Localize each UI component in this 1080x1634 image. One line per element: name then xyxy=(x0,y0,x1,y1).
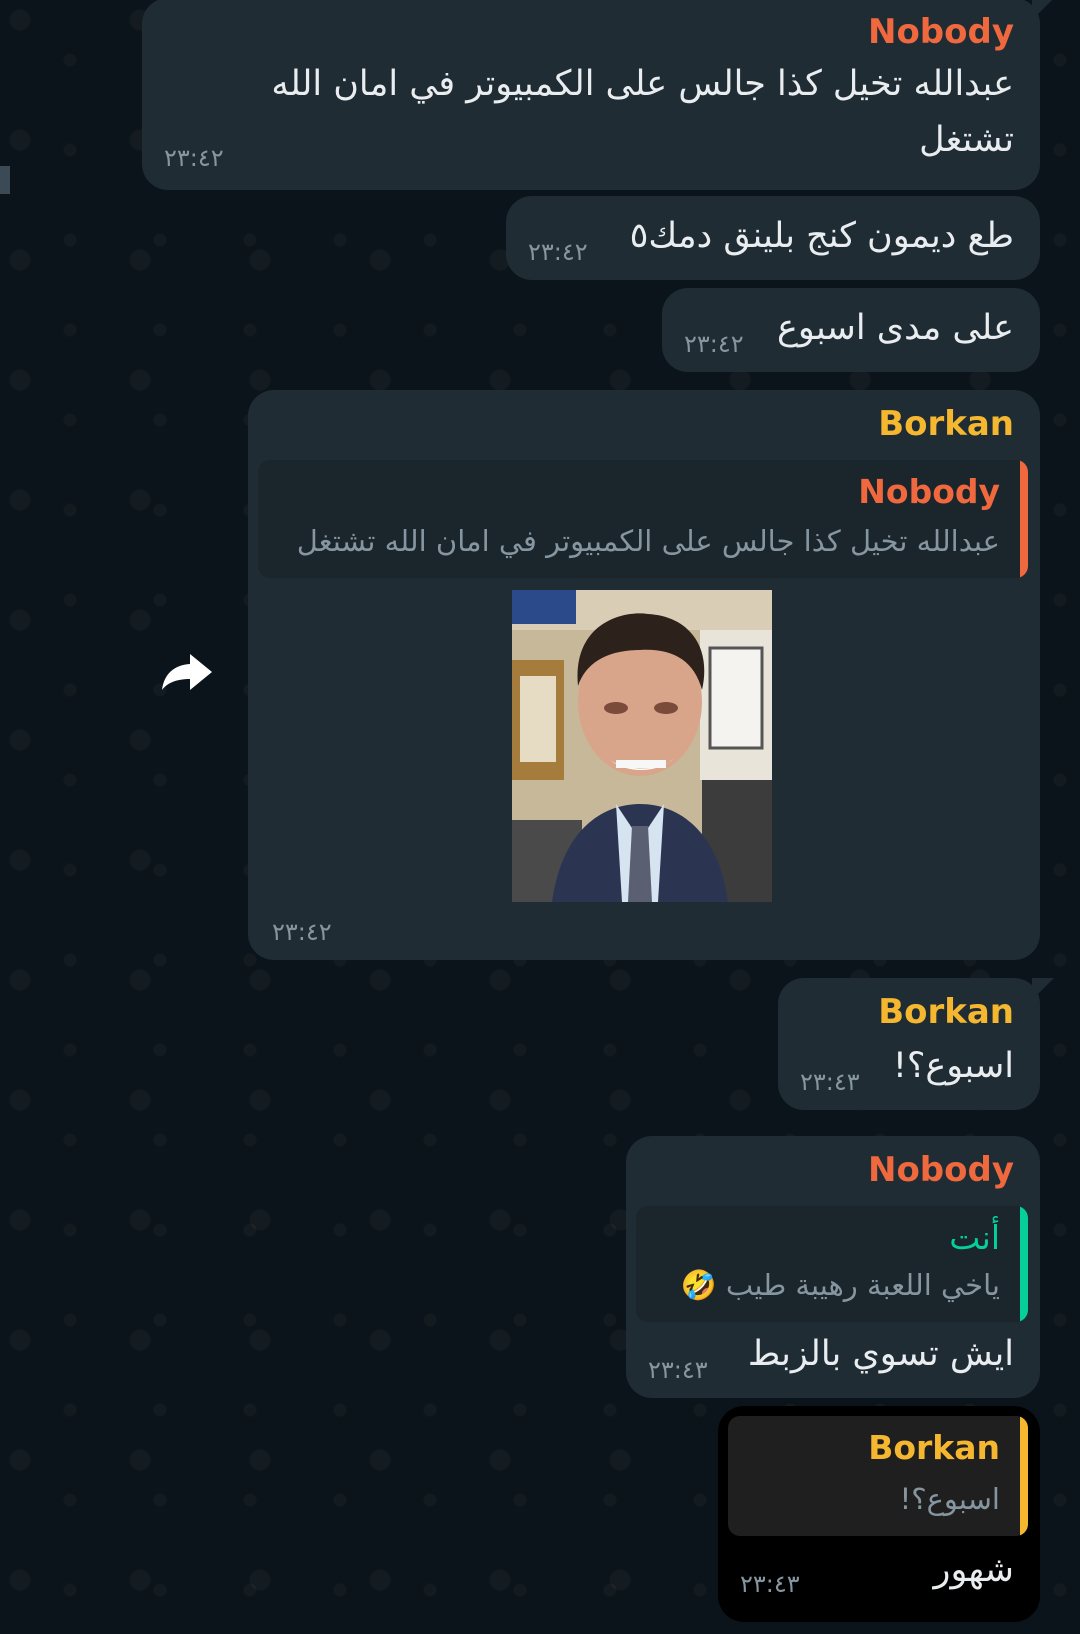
message-text: طع ديمون كنج بلينق دمك٥ xyxy=(629,216,1014,256)
message-time: ٢٣:٤٢ xyxy=(684,330,744,358)
message-time: ٢٣:٤٢ xyxy=(528,238,588,266)
rolling-laughing-emoji: 🤣 xyxy=(680,1268,717,1302)
reply-sender: Nobody xyxy=(858,472,1000,511)
message-text: على مدى اسبوع xyxy=(777,308,1014,348)
message-bubble-6[interactable]: Nobody أنت ياخي اللعبة رهيبة طيب 🤣 ايش ت… xyxy=(626,1136,1040,1398)
message-time: ٢٣:٤٣ xyxy=(740,1570,800,1598)
reply-sender: أنت xyxy=(949,1218,1000,1257)
message-photo[interactable] xyxy=(512,590,772,902)
message-bubble-7[interactable]: Borkan اسبوع؟! شهور ٢٣:٤٣ xyxy=(718,1406,1040,1622)
message-text: اسبوع؟! xyxy=(892,1046,1014,1086)
reply-text: ياخي اللعبة رهيبة طيب 🤣 xyxy=(680,1268,1000,1302)
message-bubble-2[interactable]: طع ديمون كنج بلينق دمك٥ ٢٣:٤٢ xyxy=(506,196,1040,280)
sender-name[interactable]: Nobody xyxy=(868,1150,1014,1190)
message-bubble-5[interactable]: Borkan اسبوع؟! ٢٣:٤٣ xyxy=(778,978,1054,1110)
message-time: ٢٣:٤٢ xyxy=(272,918,332,946)
sender-name[interactable]: Nobody xyxy=(868,12,1014,52)
scroll-indicator[interactable] xyxy=(0,166,10,194)
message-time: ٢٣:٤٣ xyxy=(648,1356,708,1384)
forward-arrow-icon[interactable] xyxy=(160,652,214,692)
reply-quote[interactable]: أنت ياخي اللعبة رهيبة طيب 🤣 xyxy=(636,1206,1028,1322)
reply-text: عبدالله تخيل كذا جالس على الكمبيوتر في ا… xyxy=(296,524,1000,558)
message-text: ايش تسوي بالزبط xyxy=(747,1334,1014,1374)
sender-name[interactable]: Borkan xyxy=(878,992,1014,1032)
message-bubble-1[interactable]: Nobody عبدالله تخيل كذا جالس على الكمبيو… xyxy=(142,0,1054,190)
message-text: شهور xyxy=(933,1550,1014,1590)
chat-area: Nobody عبدالله تخيل كذا جالس على الكمبيو… xyxy=(0,0,1080,1634)
message-time: ٢٣:٤٢ xyxy=(164,144,224,172)
reply-text: اسبوع؟! xyxy=(899,1482,1000,1516)
reply-sender: Borkan xyxy=(868,1428,1000,1467)
reply-quote[interactable]: Borkan اسبوع؟! xyxy=(728,1416,1028,1536)
reply-quote[interactable]: Nobody عبدالله تخيل كذا جالس على الكمبيو… xyxy=(258,460,1028,578)
sender-name[interactable]: Borkan xyxy=(878,404,1014,444)
message-bubble-3[interactable]: على مدى اسبوع ٢٣:٤٢ xyxy=(662,288,1040,372)
message-text: عبدالله تخيل كذا جالس على الكمبيوتر في ا… xyxy=(271,64,1014,104)
message-time: ٢٣:٤٣ xyxy=(800,1068,860,1096)
message-text: تشتغل xyxy=(919,120,1014,160)
